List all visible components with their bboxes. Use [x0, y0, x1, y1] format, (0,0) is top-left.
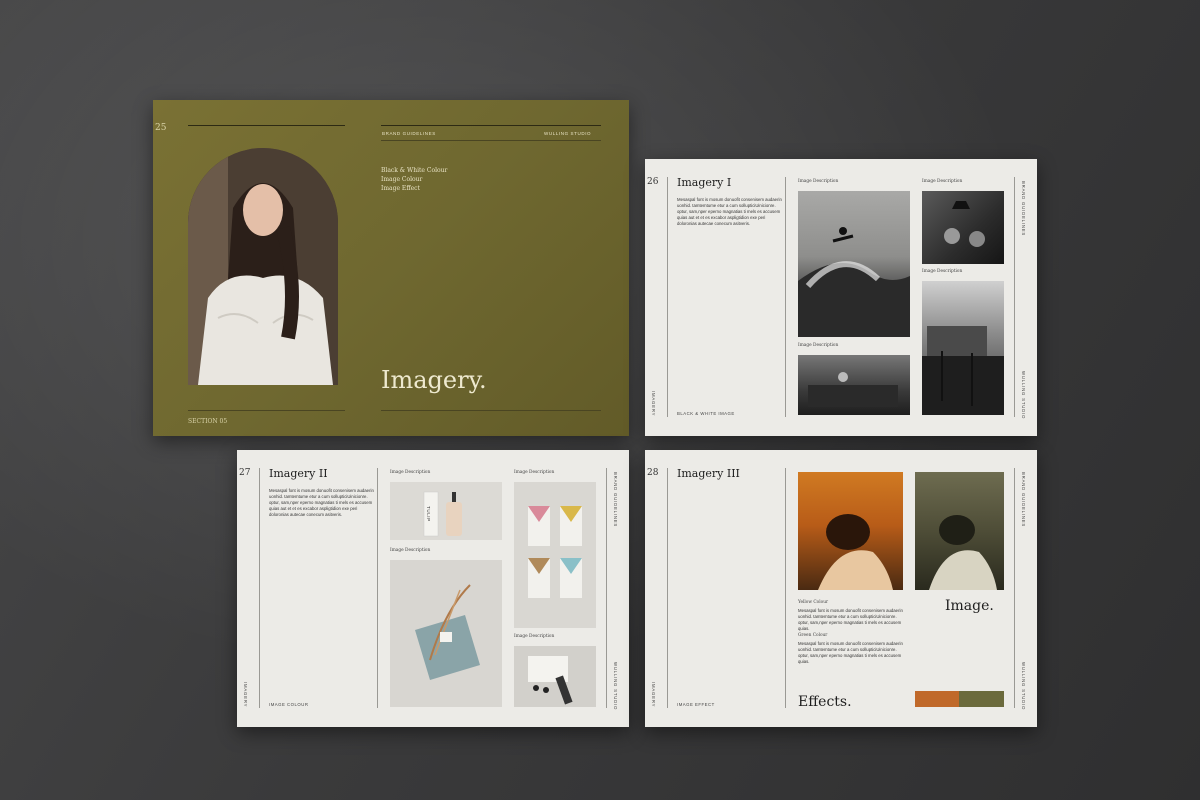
header-brand-guidelines: BRAND GUIDELINES	[382, 131, 436, 136]
green-couple-photo	[915, 472, 1004, 590]
side-label-left: IMAGERY	[651, 391, 656, 417]
page-28: 28 Imagery III Yellow Colour Mesaspal fo…	[645, 450, 1037, 727]
stationery-photo	[514, 646, 596, 707]
rule-line	[188, 410, 345, 411]
color-swatch-olive	[959, 691, 1004, 707]
caption-yellow: Yellow Colour	[798, 600, 829, 605]
page-title: Imagery II	[269, 467, 328, 480]
page-number: 27	[239, 468, 251, 478]
portrait-photo	[188, 148, 338, 385]
side-label-bottom: WULLING STUDIO	[613, 662, 618, 711]
divider	[377, 468, 378, 708]
lamp-photo	[922, 191, 1004, 264]
venice-photo	[922, 281, 1004, 415]
image-caption: Image Description	[922, 179, 963, 184]
side-label-top: BRAND GUIDELINES	[613, 472, 618, 528]
body-text: Mesaspal font is mosum donuofit consenis…	[677, 197, 782, 226]
page-number: 25	[155, 123, 167, 133]
page-27: 27 Imagery II Mesaspal font is mosum don…	[237, 450, 629, 727]
yellow-couple-photo	[798, 472, 903, 590]
rule-line	[188, 125, 345, 126]
divider	[785, 177, 786, 417]
rule-line	[381, 140, 601, 141]
image-heading: Image.	[945, 598, 994, 614]
image-caption: Image Description	[390, 548, 431, 553]
divider	[1014, 468, 1015, 708]
toc-item: Image Effect	[381, 185, 420, 192]
page-title: Imagery.	[381, 366, 487, 394]
section-label: SECTION 05	[188, 418, 228, 425]
footer-label: IMAGE EFFECT	[677, 702, 715, 707]
rule-line	[381, 125, 601, 126]
toc-list: Black & White Colour Image Colour Image …	[381, 166, 447, 193]
page-title: Imagery I	[677, 176, 732, 189]
divider	[606, 468, 607, 708]
side-label-bottom: WULLING STUDIO	[1021, 662, 1026, 711]
divider	[667, 177, 668, 417]
side-label-bottom: WULLING STUDIO	[1021, 371, 1026, 420]
divider	[667, 468, 668, 708]
page-25-cover: 25 BRAND GUIDELINES WULLING STUDIO Black…	[153, 100, 629, 436]
body-text: Mesaspal font is mosum donuofit consenis…	[269, 488, 374, 517]
image-caption: Image Description	[798, 343, 839, 348]
caption-green: Green Colour	[798, 633, 828, 638]
page-number: 28	[647, 468, 659, 478]
footer-label: IMAGE COLOUR	[269, 702, 309, 707]
image-caption: Image Description	[514, 634, 555, 639]
toc-item: Black & White Colour	[381, 167, 448, 174]
body-text-green: Mesaspal font is mosum donuofit consenis…	[798, 641, 903, 664]
divider	[1014, 177, 1015, 417]
rule-line	[381, 410, 601, 411]
footer-label: BLACK & WHITE IMAGE	[677, 411, 735, 416]
divider	[785, 468, 786, 708]
bottle-mockup-photo: TULIP	[390, 482, 502, 540]
packaging-photo	[514, 482, 596, 628]
divider	[259, 468, 260, 708]
effects-heading: Effects.	[798, 694, 852, 710]
image-caption: Image Description	[514, 470, 555, 475]
page-26: 26 Imagery I Mesaspal font is mosum donu…	[645, 159, 1037, 436]
couch-photo	[798, 355, 910, 415]
side-label-left: IMAGERY	[243, 682, 248, 708]
image-caption: Image Description	[798, 179, 839, 184]
image-caption: Image Description	[390, 470, 431, 475]
toc-item: Image Colour	[381, 176, 423, 183]
body-text-yellow: Mesaspal font is mosum donuofit consenis…	[798, 608, 903, 631]
side-label-top: BRAND GUIDELINES	[1021, 472, 1026, 528]
image-caption: Image Description	[922, 269, 963, 274]
side-label-top: BRAND GUIDELINES	[1021, 181, 1026, 237]
color-swatch-orange	[915, 691, 959, 707]
bottle-label: TULIP	[426, 506, 431, 522]
page-title: Imagery III	[677, 467, 740, 480]
header-studio: WULLING STUDIO	[544, 131, 592, 136]
surfer-photo	[798, 191, 910, 337]
page-number: 26	[647, 177, 659, 187]
side-label-left: IMAGERY	[651, 682, 656, 708]
gift-wrap-photo	[390, 560, 502, 707]
